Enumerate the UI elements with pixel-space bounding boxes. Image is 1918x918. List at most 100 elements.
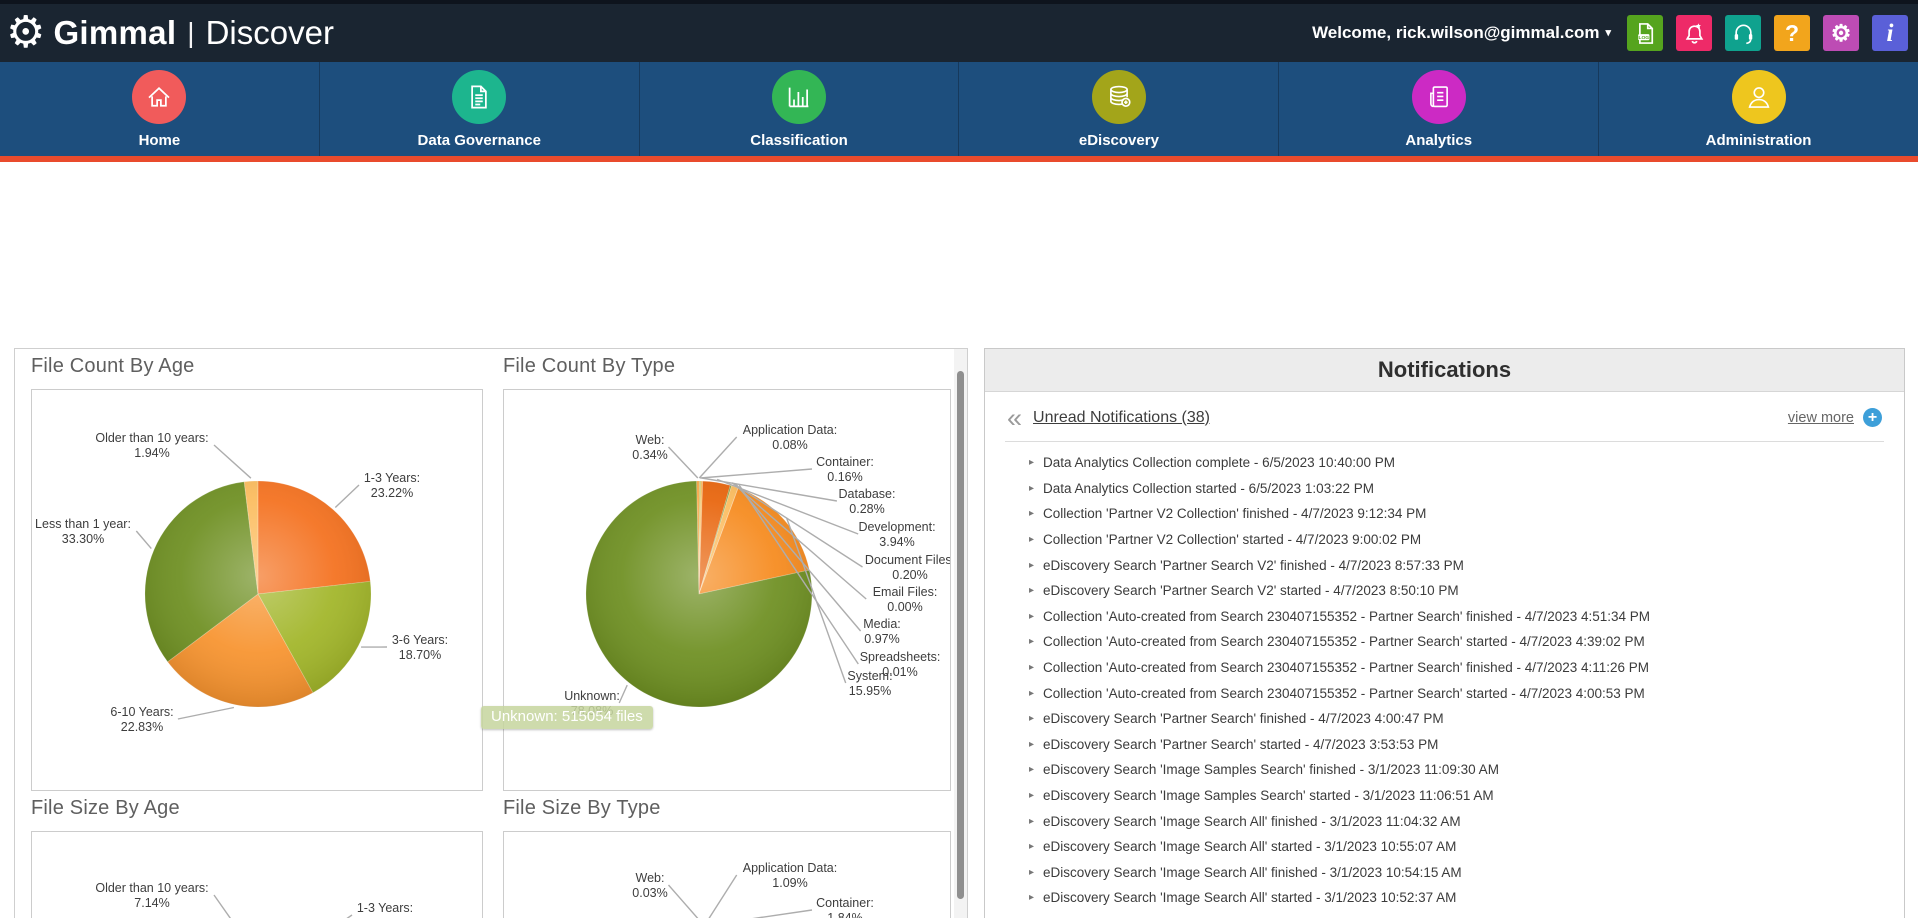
pie-chart-file-size-by-age: 1-3 Years:18.24%3-6 Years:18.93%Less tha… <box>32 832 482 918</box>
chart-title: File Size By Type <box>503 797 661 820</box>
notification-item[interactable]: ▸Collection 'Auto-created from Search 23… <box>1029 655 1904 681</box>
notification-item[interactable]: ▸ eDiscovery Search 'Image Samples Search… <box>1029 783 1904 809</box>
expand-triangle-icon[interactable]: ▸ <box>1029 483 1034 494</box>
pie-slice-1-3-years[interactable] <box>258 481 370 594</box>
notification-item[interactable]: ▸eDiscovery Search 'Image Search All' fi… <box>1029 911 1904 918</box>
database-icon <box>1092 70 1146 124</box>
view-more-link[interactable]: view more <box>1788 410 1854 426</box>
notification-item[interactable]: ▸Collection 'Auto-created from Search 23… <box>1029 629 1904 655</box>
plus-icon[interactable]: + <box>1863 408 1882 427</box>
logo-product: Discover <box>206 14 334 52</box>
logo: ⚙ Gimmal | Discover <box>6 11 334 55</box>
info-icon: i <box>1887 21 1894 46</box>
label-leader-line <box>335 485 359 508</box>
expand-triangle-icon[interactable]: ▸ <box>1029 867 1034 878</box>
label-leader-line <box>700 469 812 478</box>
dashboard-charts-panel: File Count By Age1-3 Years:23.22%3-6 Yea… <box>14 348 968 918</box>
expand-triangle-icon[interactable]: ▸ <box>1029 560 1034 571</box>
help-question-button[interactable]: ? <box>1774 15 1810 51</box>
expand-triangle-icon[interactable]: ▸ <box>1029 585 1034 596</box>
notification-item[interactable]: ▸eDiscovery Search 'Image Search All' st… <box>1029 834 1904 860</box>
pie-label-development: Development:3.94% <box>858 520 935 549</box>
bar-chart-icon <box>772 70 826 124</box>
pie-label-container: Container:0.16% <box>816 455 874 484</box>
notification-item[interactable]: ▸eDiscovery Search 'Partner Search V2' f… <box>1029 552 1904 578</box>
notification-item[interactable]: ▸ Data Analytics Collection started - 6/… <box>1029 476 1904 502</box>
notifications-bell-icon <box>1681 20 1708 47</box>
notification-text: eDiscovery Search 'Image Search All' fin… <box>1043 814 1461 829</box>
pie-label-document-files: Document Files:0.20% <box>865 553 950 582</box>
notification-item[interactable]: ▸Collection 'Auto-created from Search 23… <box>1029 604 1904 630</box>
view-more-group: view more + <box>1788 408 1882 427</box>
notification-text: eDiscovery Search 'Image Search All' fin… <box>1043 865 1462 880</box>
notification-text: eDiscovery Search 'Image Samples Search'… <box>1043 788 1494 803</box>
collapse-icon[interactable]: « <box>1007 411 1022 425</box>
expand-triangle-icon[interactable]: ▸ <box>1029 764 1034 775</box>
notification-text: eDiscovery Search 'Partner Search V2' st… <box>1043 583 1459 598</box>
pie-label-less-than-1-year: Less than 1 year:33.30% <box>35 517 131 546</box>
charts-scrollbar[interactable] <box>954 349 967 918</box>
expand-triangle-icon[interactable]: ▸ <box>1029 713 1034 724</box>
nav-item-label: eDiscovery <box>1079 132 1159 149</box>
notification-item[interactable]: ▸Collection 'Auto-created from Search 23… <box>1029 680 1904 706</box>
pie-label-web: Web:0.34% <box>632 433 667 462</box>
expand-triangle-icon[interactable]: ▸ <box>1029 892 1034 903</box>
nav-item-administration[interactable]: Administration <box>1599 62 1918 156</box>
expand-triangle-icon[interactable]: ▸ <box>1029 508 1034 519</box>
pie-chart-file-size-by-type: Application Data:1.09%Container:1.84%Dat… <box>504 832 950 918</box>
pie-label-container: Container:1.84% <box>816 896 874 918</box>
expand-triangle-icon[interactable]: ▸ <box>1029 816 1034 827</box>
settings-gear-icon: ⚙ <box>1831 22 1852 45</box>
svg-text:LOG: LOG <box>1638 35 1649 41</box>
log-file-button[interactable]: LOG <box>1627 15 1663 51</box>
nav-item-analytics[interactable]: Analytics <box>1279 62 1599 156</box>
expand-triangle-icon[interactable]: ▸ <box>1029 841 1034 852</box>
nav-item-classification[interactable]: Classification <box>640 62 960 156</box>
expand-triangle-icon[interactable]: ▸ <box>1029 739 1034 750</box>
expand-triangle-icon[interactable]: ▸ <box>1029 534 1034 545</box>
info-button[interactable]: i <box>1872 15 1908 51</box>
user-menu[interactable]: Welcome, rick.wilson@gimmal.com▾ <box>1312 23 1611 43</box>
home-icon <box>132 70 186 124</box>
nav-item-data-governance[interactable]: Data Governance <box>320 62 640 156</box>
label-leader-line <box>214 445 251 478</box>
gimmal-gear-icon: ⚙ <box>6 11 45 55</box>
notification-item[interactable]: ▸ eDiscovery Search 'Partner Search V2' s… <box>1029 578 1904 604</box>
main-nav: HomeData GovernanceClassification eDiscov… <box>0 62 1918 156</box>
expand-triangle-icon[interactable]: ▸ <box>1029 457 1034 468</box>
notification-item[interactable]: ▸eDiscovery Search 'Image Samples Search… <box>1029 757 1904 783</box>
label-leader-line <box>214 895 232 918</box>
settings-gear-button[interactable]: ⚙ <box>1823 15 1859 51</box>
nav-item-home[interactable]: Home <box>0 62 320 156</box>
notification-item[interactable]: ▸ eDiscovery Search 'Image Search All' fi… <box>1029 860 1904 886</box>
welcome-text: Welcome, rick.wilson@gimmal.com <box>1312 23 1599 42</box>
notification-item[interactable]: ▸eDiscovery Search 'Partner Search' star… <box>1029 732 1904 758</box>
notifications-bell-button[interactable] <box>1676 15 1712 51</box>
label-leader-line <box>178 708 234 720</box>
chart-area-file-count-by-age: 1-3 Years:23.22%3-6 Years:18.70%6-10 Yea… <box>31 389 483 791</box>
label-leader-line <box>706 875 737 918</box>
chart-area-file-size-by-type: Application Data:1.09%Container:1.84%Dat… <box>503 831 951 918</box>
notification-item[interactable]: ▸ eDiscovery Search 'Image Search All' fi… <box>1029 808 1904 834</box>
notification-item[interactable]: ▸eDiscovery Search 'Image Search All' st… <box>1029 885 1904 911</box>
notifications-panel: Notifications « Unread Notifications (38… <box>984 348 1905 918</box>
notification-item[interactable]: ▸Collection 'Partner V2 Collection' star… <box>1029 527 1904 553</box>
expand-triangle-icon[interactable]: ▸ <box>1029 636 1034 647</box>
expand-triangle-icon[interactable]: ▸ <box>1029 611 1034 622</box>
notification-item[interactable]: ▸Data Analytics Collection complete - 6/… <box>1029 450 1904 476</box>
charts-scrollbar-thumb[interactable] <box>957 371 964 899</box>
pie-label-application-data: Application Data:1.09% <box>743 861 838 890</box>
expand-triangle-icon[interactable]: ▸ <box>1029 662 1034 673</box>
chart-tooltip: Unknown: 515054 files <box>481 706 653 729</box>
person-icon <box>1732 70 1786 124</box>
nav-item-ediscovery[interactable]: eDiscovery <box>959 62 1279 156</box>
pie-label-3-6-years: 3-6 Years:18.70% <box>392 633 448 662</box>
chart-title: File Count By Type <box>503 355 675 378</box>
expand-triangle-icon[interactable]: ▸ <box>1029 790 1034 801</box>
support-headset-button[interactable] <box>1725 15 1761 51</box>
notification-item[interactable]: ▸eDiscovery Search 'Partner Search' fini… <box>1029 706 1904 732</box>
unread-notifications-link[interactable]: Unread Notifications (38) <box>1033 409 1210 427</box>
expand-triangle-icon[interactable]: ▸ <box>1029 688 1034 699</box>
pie-chart-file-count-by-age: 1-3 Years:23.22%3-6 Years:18.70%6-10 Yea… <box>32 390 482 790</box>
notification-item[interactable]: ▸Collection 'Partner V2 Collection' fini… <box>1029 501 1904 527</box>
